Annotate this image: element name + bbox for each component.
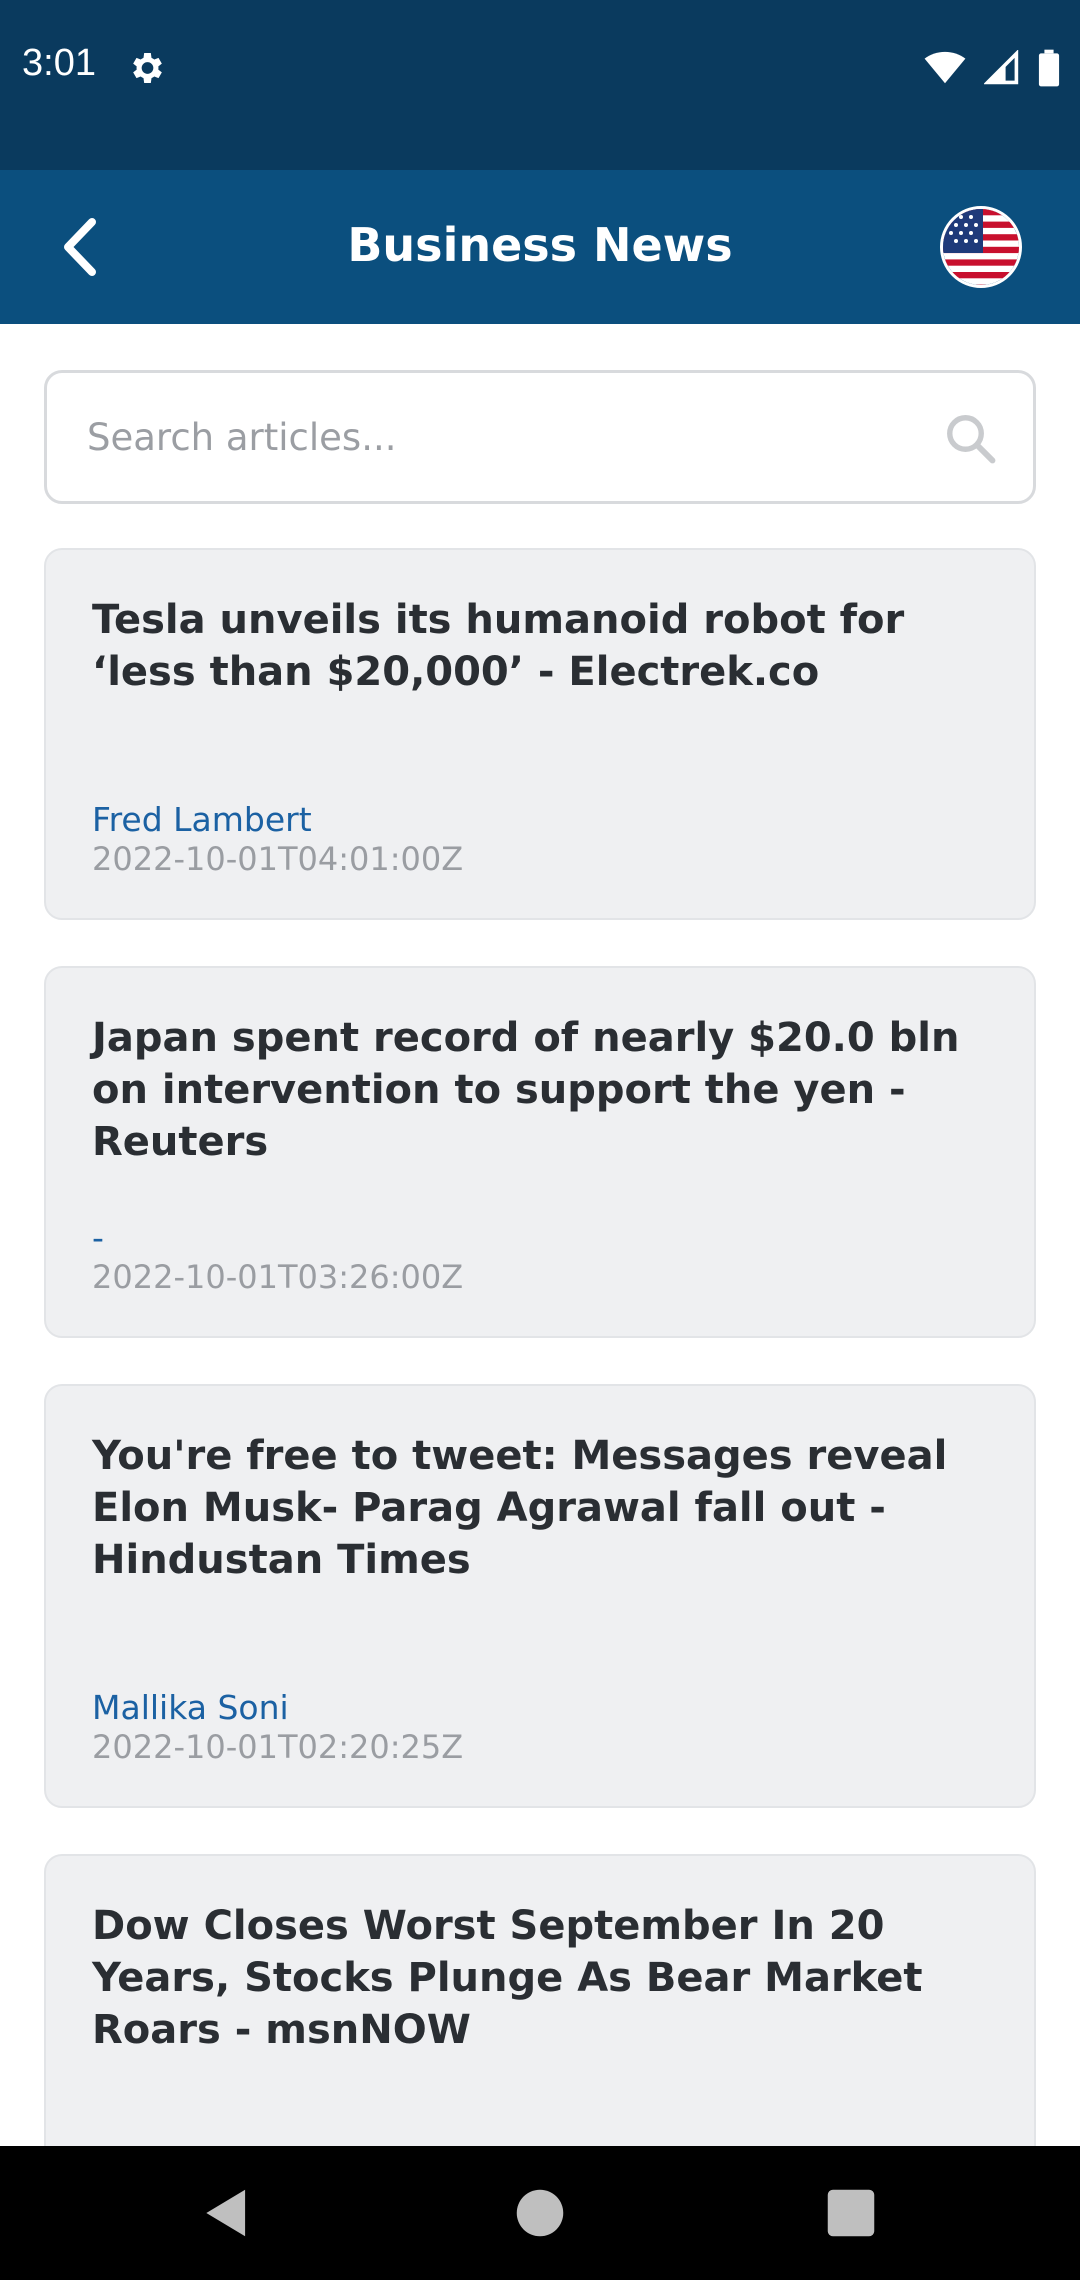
us-flag-icon [943,209,1019,285]
article-card[interactable]: Tesla unveils its humanoid robot for ‘le… [44,548,1036,920]
recents-square-icon[interactable] [820,2182,882,2244]
home-circle-icon[interactable] [509,2182,571,2244]
article-title: Japan spent record of nearly $20.0 bln o… [92,1015,960,1165]
search-box[interactable] [44,370,1036,504]
search-input[interactable] [87,373,907,501]
signal-icon [984,50,1019,85]
search-icon[interactable] [943,411,997,465]
article-card[interactable]: Japan spent record of nearly $20.0 bln o… [44,966,1036,1338]
back-triangle-icon[interactable] [196,2182,258,2244]
status-time: 3:01 [22,42,96,84]
page-title: Business News [347,218,733,272]
article-author: Fred Lambert [92,800,312,839]
article-title: Tesla unveils its humanoid robot for ‘le… [92,597,905,695]
system-nav-bar [0,2146,1080,2280]
app-bar: Business News [0,170,1080,324]
article-date: 2022-10-01T02:20:25Z [92,1728,464,1766]
article-card[interactable]: You're free to tweet: Messages reveal El… [44,1384,1036,1808]
article-author: - [92,1218,104,1257]
article-date: 2022-10-01T04:01:00Z [92,840,464,878]
gear-icon [133,53,162,83]
article-card[interactable]: Dow Closes Worst September In 20 Years, … [44,1854,1036,2146]
article-title: Dow Closes Worst September In 20 Years, … [92,1903,923,2053]
article-title: You're free to tweet: Messages reveal El… [92,1433,948,1583]
wifi-icon [924,51,966,84]
article-author: Mallika Soni [92,1688,289,1727]
status-bar: 3:01 [0,0,1080,170]
article-list-screen[interactable]: Tesla unveils its humanoid robot for ‘le… [0,324,1080,2146]
country-selector-button[interactable] [940,206,1022,288]
battery-icon [1038,49,1060,87]
article-date: 2022-10-01T03:26:00Z [92,1258,464,1296]
